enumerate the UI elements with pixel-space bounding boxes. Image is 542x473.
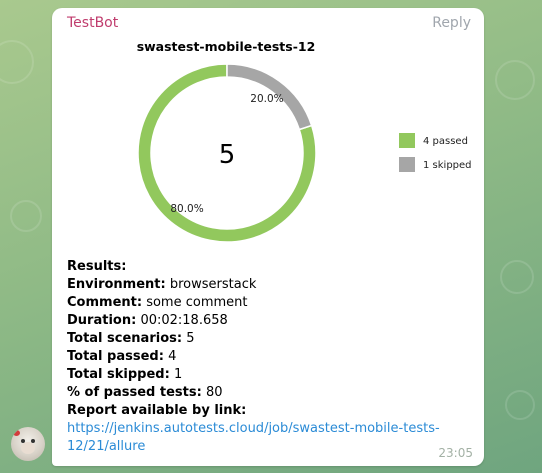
environment-value: browserstack xyxy=(169,277,257,292)
total-skipped-label: Total skipped: xyxy=(67,367,170,382)
comment-label: Comment: xyxy=(67,295,143,310)
environment-label: Environment: xyxy=(67,277,166,292)
message-timestamp: 23:05 xyxy=(438,446,473,460)
percent-passed-label: % of passed tests: xyxy=(67,385,202,400)
percent-passed-value: 80 xyxy=(205,385,223,400)
slice-percent-label: 80.0% xyxy=(170,203,203,215)
legend-swatch xyxy=(399,133,415,148)
report-link[interactable]: https://jenkins.autotests.cloud/job/swas… xyxy=(67,421,440,454)
avatar-bow xyxy=(13,430,20,436)
chart-legend: 4 passed 1 skipped xyxy=(399,133,472,172)
total-passed-value: 4 xyxy=(168,349,177,364)
message-bubble[interactable]: TestBot Reply swastest-mobile-tests-12 5… xyxy=(52,8,484,466)
avatar-snout xyxy=(21,442,35,454)
legend-label: 4 passed xyxy=(423,136,468,147)
total-passed-label: Total passed: xyxy=(67,349,164,364)
comment-value: some comment xyxy=(146,295,248,310)
background-doodle xyxy=(0,40,34,84)
background-doodle xyxy=(505,390,535,420)
background-doodle xyxy=(495,60,535,100)
total-scenarios-value: 5 xyxy=(186,331,195,346)
total-skipped-value: 1 xyxy=(173,367,183,382)
bot-avatar[interactable] xyxy=(11,427,45,461)
results-text: Results: Environment: browserstack Comme… xyxy=(67,258,472,456)
background-doodle xyxy=(10,200,42,232)
duration-label: Duration: xyxy=(67,313,137,328)
total-scenarios-label: Total scenarios: xyxy=(67,331,183,346)
donut-center-total: 5 xyxy=(219,140,236,170)
slice-percent-label: 20.0% xyxy=(250,93,283,105)
chart-title: swastest-mobile-tests-12 xyxy=(137,39,316,54)
report-label: Report available by link: xyxy=(67,403,247,418)
legend-label: 1 skipped xyxy=(423,160,472,171)
duration-value: 00:02:18.658 xyxy=(140,313,228,328)
background-doodle xyxy=(500,260,534,294)
results-heading: Results: xyxy=(67,259,127,274)
legend-swatch xyxy=(399,157,415,172)
results-chart[interactable]: swastest-mobile-tests-12 5 80.0% 20.0% 4 … xyxy=(52,8,484,253)
